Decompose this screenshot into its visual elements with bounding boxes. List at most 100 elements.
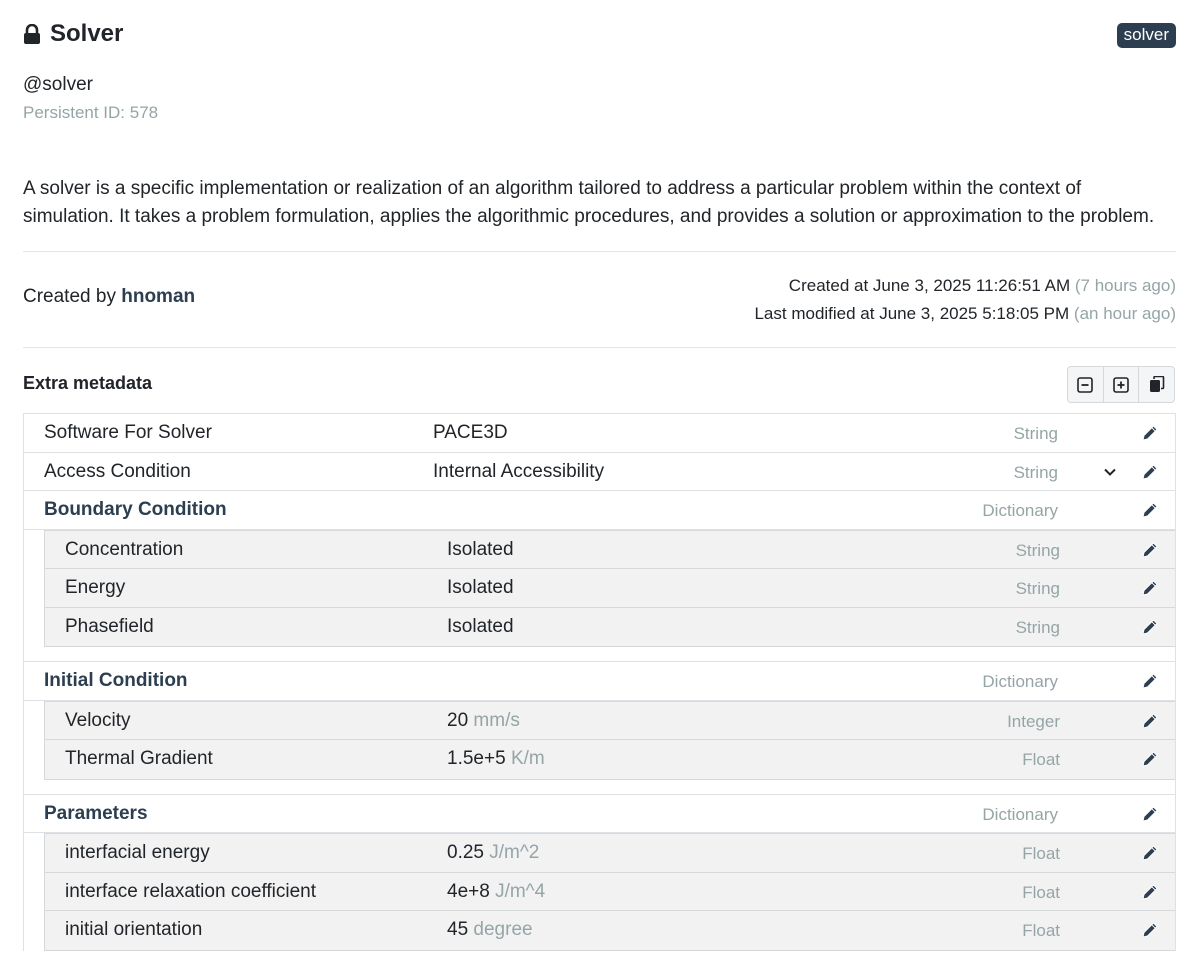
extra-metadata-title: Extra metadata [23, 373, 153, 393]
lock-icon [23, 23, 41, 44]
metadata-key: interfacial energy [65, 842, 210, 863]
metadata-key: initial orientation [65, 919, 203, 940]
value-number: 45 [447, 919, 469, 940]
metadata-row: Phasefield Isolated String [45, 607, 1175, 646]
group-spacer [24, 780, 1175, 795]
metadata-row: Access Condition Internal Accessibility … [24, 452, 1175, 491]
pencil-icon[interactable] [1141, 805, 1159, 823]
value-unit: J/m^4 [495, 880, 546, 902]
metadata-type: Dictionary [982, 804, 1058, 824]
pencil-icon[interactable] [1141, 618, 1159, 636]
pencil-icon[interactable] [1141, 883, 1159, 901]
metadata-type: String [1015, 617, 1060, 637]
metadata-type: Dictionary [982, 672, 1058, 691]
value-unit: K/m [510, 748, 545, 769]
metadata-group-key[interactable]: Parameters [44, 803, 148, 825]
created-by: Created by hnoman [23, 286, 195, 308]
value-unit: degree [473, 919, 533, 940]
metadata-key: Energy [65, 577, 126, 598]
pencil-icon[interactable] [1141, 541, 1159, 559]
collapse-all-button[interactable] [1068, 367, 1104, 402]
metadata-value: 0.25 J/m^2 [447, 842, 539, 864]
value-unit: J/m^2 [489, 842, 540, 863]
divider [23, 251, 1176, 252]
timestamps: Created at June 3, 2025 11:26:51 AM (7 h… [754, 272, 1176, 328]
metadata-key: Velocity [65, 709, 131, 731]
pencil-icon[interactable] [1141, 501, 1159, 519]
page-header: Solver solver [23, 20, 1176, 52]
value-number: 0.25 [447, 842, 484, 863]
metadata-group-key[interactable]: Initial Condition [44, 670, 188, 692]
copy-icon [1149, 376, 1164, 392]
chevron-down-icon[interactable] [1103, 465, 1117, 479]
metadata-row: Software For Solver PACE3D String [24, 414, 1175, 453]
type-badge: solver [1116, 23, 1176, 48]
metadata-group-row: Boundary Condition Dictionary [24, 491, 1175, 530]
metadata-row: Concentration Isolated String [45, 530, 1175, 569]
metadata-type: Float [1022, 844, 1060, 863]
modified-at-relative: (an hour ago) [1073, 304, 1176, 323]
metadata-type: Integer [1007, 711, 1060, 731]
metadata-type: Dictionary [982, 501, 1058, 520]
metadata-value: PACE3D [433, 422, 508, 443]
title-wrap: Solver [23, 20, 1176, 48]
metadata-type: String [1015, 540, 1060, 560]
metadata-row: Energy Isolated String [45, 569, 1175, 608]
nested-metadata: interfacial energy 0.25 J/m^2 Float inte… [44, 833, 1175, 951]
pencil-icon[interactable] [1141, 579, 1159, 597]
metadata-type: Float [1022, 882, 1060, 902]
metadata-row: interface relaxation coefficient 4e+8 J/… [45, 872, 1175, 911]
created-at: Created at June 3, 2025 11:26:51 AM (7 h… [754, 272, 1176, 300]
expand-all-button[interactable] [1104, 367, 1140, 402]
created-at-relative: (7 hours ago) [1074, 276, 1176, 295]
identifier-handle: @solver [23, 74, 93, 95]
metadata-type: String [1013, 424, 1058, 443]
persistent-id: Persistent ID: 578 [23, 103, 159, 122]
description: A solver is a specific implementation or… [23, 178, 1155, 227]
value-number: 20 [447, 709, 469, 731]
divider [23, 347, 1176, 348]
metadata-value: 4e+8 J/m^4 [447, 881, 545, 903]
metadata-type: Float [1022, 921, 1060, 940]
metadata-key: Thermal Gradient [65, 748, 213, 769]
metadata-row: initial orientation 45 degree Float [45, 911, 1175, 950]
pencil-icon[interactable] [1141, 844, 1159, 862]
pencil-icon[interactable] [1141, 672, 1159, 690]
metadata-value: Internal Accessibility [433, 460, 605, 482]
modified-at-text: Last modified at June 3, 2025 5:18:05 PM [754, 304, 1070, 323]
metadata-type: Float [1022, 750, 1060, 769]
group-spacer [24, 647, 1175, 662]
metadata-key: interface relaxation coefficient [65, 880, 317, 902]
pencil-icon[interactable] [1141, 424, 1159, 442]
value-number: 4e+8 [447, 880, 490, 902]
collapse-all-icon [1077, 376, 1094, 393]
expand-all-icon [1113, 376, 1129, 393]
created-at-text: Created at June 3, 2025 11:26:51 AM [788, 276, 1071, 295]
pencil-icon[interactable] [1141, 463, 1159, 481]
metadata-key: Phasefield [65, 615, 154, 637]
metadata-row: interfacial energy 0.25 J/m^2 Float [45, 834, 1175, 873]
metadata-toolbar [1067, 366, 1175, 403]
metadata-key: Concentration [65, 538, 184, 560]
page-title: Solver [50, 20, 124, 47]
metadata-type: String [1015, 579, 1060, 598]
metadata-value: 20 mm/s [447, 710, 520, 732]
creator-link[interactable]: hnoman [121, 286, 195, 307]
pencil-icon[interactable] [1141, 750, 1159, 768]
pencil-icon[interactable] [1141, 712, 1159, 730]
metadata-value: Isolated [447, 538, 514, 560]
metadata-key: Access Condition [44, 460, 191, 482]
modified-at: Last modified at June 3, 2025 5:18:05 PM… [754, 300, 1176, 328]
metadata-group-row: Initial Condition Dictionary [24, 662, 1175, 701]
created-by-prefix: Created by [23, 286, 116, 307]
metadata-row: Thermal Gradient 1.5e+5 K/m Float [45, 740, 1175, 779]
metadata-type: String [1013, 462, 1058, 482]
metadata-value: Isolated [447, 615, 514, 637]
copy-button[interactable] [1139, 367, 1174, 402]
metadata-group-key[interactable]: Boundary Condition [44, 499, 227, 521]
pencil-icon[interactable] [1141, 921, 1159, 939]
metadata-value: Isolated [447, 577, 514, 598]
value-number: 1.5e+5 [447, 748, 506, 769]
metadata-table: Software For Solver PACE3D String Access… [23, 413, 1176, 951]
metadata-key: Software For Solver [44, 422, 212, 443]
